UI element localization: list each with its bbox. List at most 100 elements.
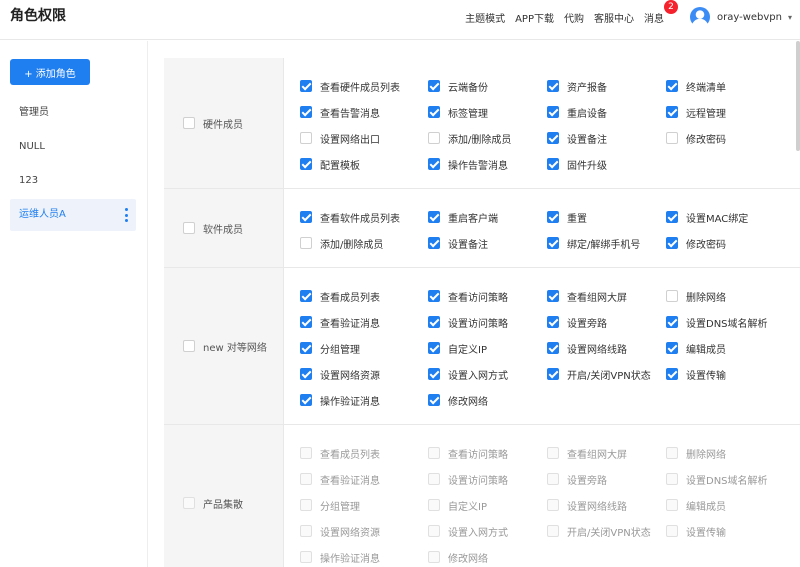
permission-checkbox[interactable]: [666, 499, 678, 511]
permission-item[interactable]: 设置备注: [547, 125, 666, 151]
permission-checkbox[interactable]: [547, 211, 559, 223]
permission-item[interactable]: 查看验证消息: [300, 466, 428, 492]
permission-item[interactable]: 分组管理: [300, 335, 428, 361]
permission-checkbox[interactable]: [547, 342, 559, 354]
permission-checkbox[interactable]: [666, 473, 678, 485]
permission-checkbox[interactable]: [428, 525, 440, 537]
permission-checkbox[interactable]: [428, 237, 440, 249]
permission-item[interactable]: 设置DNS域名解析: [666, 309, 794, 335]
permission-checkbox[interactable]: [428, 447, 440, 459]
role-item-admin[interactable]: 管理员: [10, 97, 136, 129]
permission-checkbox[interactable]: [547, 132, 559, 144]
permission-item[interactable]: 查看软件成员列表: [300, 204, 428, 230]
permission-checkbox[interactable]: [300, 211, 312, 223]
permission-item[interactable]: 编辑成员: [666, 335, 794, 361]
permission-item[interactable]: 添加/删除成员: [300, 230, 428, 256]
permission-checkbox[interactable]: [428, 80, 440, 92]
permission-checkbox[interactable]: [428, 551, 440, 563]
permission-item[interactable]: 资产报备: [547, 73, 666, 99]
permission-checkbox[interactable]: [300, 106, 312, 118]
permission-item[interactable]: 配置模板: [300, 151, 428, 177]
permission-checkbox[interactable]: [300, 158, 312, 170]
permission-checkbox[interactable]: [428, 499, 440, 511]
permission-item[interactable]: 查看验证消息: [300, 309, 428, 335]
permission-checkbox[interactable]: [666, 447, 678, 459]
permission-item[interactable]: 开启/关闭VPN状态: [547, 518, 666, 544]
permission-item[interactable]: 设置DNS域名解析: [666, 466, 794, 492]
permission-item[interactable]: 修改网络: [428, 544, 547, 567]
permission-item[interactable]: 设置访问策略: [428, 466, 547, 492]
permission-checkbox[interactable]: [428, 473, 440, 485]
permission-checkbox[interactable]: [300, 132, 312, 144]
permission-checkbox[interactable]: [428, 132, 440, 144]
permission-item[interactable]: 终端清单: [666, 73, 794, 99]
permission-checkbox[interactable]: [666, 237, 678, 249]
permission-item[interactable]: 操作验证消息: [300, 387, 428, 413]
permission-item[interactable]: 设置传输: [666, 361, 794, 387]
nav-theme-mode[interactable]: 主题模式: [465, 10, 505, 25]
role-item-null[interactable]: NULL: [10, 131, 136, 163]
permission-item[interactable]: 远程管理: [666, 99, 794, 125]
permission-item[interactable]: 查看组网大屏: [547, 283, 666, 309]
permission-checkbox[interactable]: [428, 290, 440, 302]
permission-checkbox[interactable]: [300, 447, 312, 459]
permission-item[interactable]: 设置传输: [666, 518, 794, 544]
nav-support-center[interactable]: 客服中心: [594, 10, 634, 25]
permission-checkbox[interactable]: [300, 342, 312, 354]
permission-checkbox[interactable]: [428, 106, 440, 118]
permission-checkbox[interactable]: [300, 237, 312, 249]
permission-item[interactable]: 修改密码: [666, 230, 794, 256]
permission-checkbox[interactable]: [666, 342, 678, 354]
nav-app-download[interactable]: APP下载: [515, 10, 554, 25]
permission-checkbox[interactable]: [547, 237, 559, 249]
permission-item[interactable]: 设置旁路: [547, 309, 666, 335]
permission-item[interactable]: 设置网络出口: [300, 125, 428, 151]
permission-checkbox[interactable]: [300, 368, 312, 380]
permission-item[interactable]: 自定义IP: [428, 492, 547, 518]
permission-item[interactable]: 开启/关闭VPN状态: [547, 361, 666, 387]
permission-checkbox[interactable]: [666, 211, 678, 223]
permission-checkbox[interactable]: [547, 290, 559, 302]
permission-item[interactable]: 设置入网方式: [428, 518, 547, 544]
permission-checkbox[interactable]: [666, 132, 678, 144]
nav-messages[interactable]: 消息 2: [644, 0, 678, 25]
nav-purchase[interactable]: 代购: [564, 10, 584, 25]
permission-item[interactable]: 重启客户端: [428, 204, 547, 230]
permission-checkbox[interactable]: [428, 211, 440, 223]
user-menu[interactable]: oray-webvpn ▾: [689, 7, 792, 27]
permission-checkbox[interactable]: [666, 290, 678, 302]
permission-item[interactable]: 设置MAC绑定: [666, 204, 794, 230]
permission-item[interactable]: 查看告警消息: [300, 99, 428, 125]
permission-checkbox[interactable]: [300, 551, 312, 563]
permission-checkbox[interactable]: [666, 106, 678, 118]
scrollbar[interactable]: [796, 41, 800, 151]
permission-checkbox[interactable]: [666, 368, 678, 380]
permission-item[interactable]: 固件升级: [547, 151, 666, 177]
add-role-button[interactable]: + 添加角色: [10, 59, 90, 85]
permission-item[interactable]: 编辑成员: [666, 492, 794, 518]
permission-item[interactable]: 分组管理: [300, 492, 428, 518]
permission-checkbox[interactable]: [300, 473, 312, 485]
permission-checkbox[interactable]: [428, 342, 440, 354]
permission-checkbox[interactable]: [300, 499, 312, 511]
permission-item[interactable]: 删除网络: [666, 440, 794, 466]
permission-item[interactable]: 设置备注: [428, 230, 547, 256]
permission-item[interactable]: 查看访问策略: [428, 440, 547, 466]
permission-checkbox[interactable]: [547, 525, 559, 537]
permission-checkbox[interactable]: [547, 499, 559, 511]
permission-item[interactable]: 查看成员列表: [300, 440, 428, 466]
group-select-all-checkbox[interactable]: [183, 497, 195, 509]
permission-item[interactable]: 设置网络资源: [300, 518, 428, 544]
group-select-all-checkbox[interactable]: [183, 117, 195, 129]
permission-item[interactable]: 标签管理: [428, 99, 547, 125]
permission-checkbox[interactable]: [300, 394, 312, 406]
permission-item[interactable]: 云端备份: [428, 73, 547, 99]
group-select-all-checkbox[interactable]: [183, 222, 195, 234]
permission-item[interactable]: 绑定/解绑手机号: [547, 230, 666, 256]
permission-item[interactable]: 设置网络线路: [547, 335, 666, 361]
permission-checkbox[interactable]: [666, 316, 678, 328]
permission-checkbox[interactable]: [547, 473, 559, 485]
permission-checkbox[interactable]: [428, 158, 440, 170]
permission-checkbox[interactable]: [547, 106, 559, 118]
permission-checkbox[interactable]: [428, 316, 440, 328]
